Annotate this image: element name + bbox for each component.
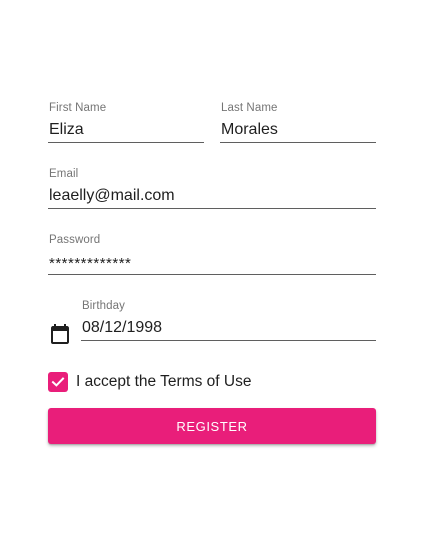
birthday-underline xyxy=(81,340,376,341)
last-name-label: Last Name xyxy=(221,102,278,114)
terms-checkbox[interactable] xyxy=(48,372,68,392)
calendar-icon[interactable] xyxy=(48,322,72,346)
register-button[interactable]: REGISTER xyxy=(48,408,376,444)
password-input[interactable] xyxy=(48,252,376,276)
birthday-label: Birthday xyxy=(82,300,125,312)
last-name-input[interactable] xyxy=(220,118,376,142)
first-name-input[interactable] xyxy=(48,118,204,142)
birthday-input[interactable] xyxy=(81,316,376,340)
email-underline xyxy=(48,208,376,209)
password-field: Password xyxy=(48,234,376,282)
birthday-field: Birthday xyxy=(81,300,376,348)
checkmark-icon xyxy=(51,377,65,387)
password-label: Password xyxy=(49,234,101,246)
first-name-field: First Name xyxy=(48,102,204,150)
email-label: Email xyxy=(49,168,79,180)
password-underline xyxy=(48,274,376,275)
email-field: Email xyxy=(48,168,376,216)
terms-row: I accept the Terms of Use xyxy=(48,370,376,394)
last-name-underline xyxy=(220,142,376,143)
first-name-underline xyxy=(48,142,204,143)
terms-label[interactable]: I accept the Terms of Use xyxy=(76,373,251,391)
email-input[interactable] xyxy=(48,184,376,208)
last-name-field: Last Name xyxy=(220,102,376,150)
first-name-label: First Name xyxy=(49,102,107,114)
